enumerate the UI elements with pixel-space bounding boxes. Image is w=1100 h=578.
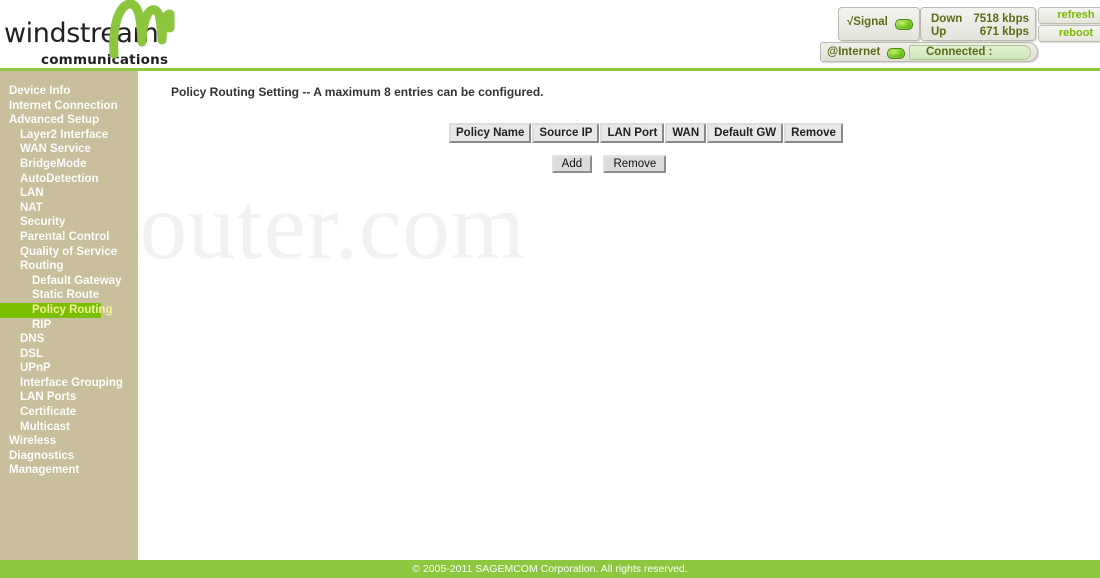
sidebar-item-routing[interactable]: Routing	[0, 259, 138, 274]
sidebar-item-diagnostics[interactable]: Diagnostics	[0, 449, 138, 464]
column-header-policy-name: Policy Name	[449, 123, 532, 143]
sidebar-nav: Device Info Internet Connection Advanced S…	[0, 71, 138, 560]
windstream-wave-logo-icon	[108, 0, 178, 63]
sidebar-item-internet-connection[interactable]: Internet Connection	[0, 99, 138, 114]
table-header-row: Policy Name Source IP LAN Port WAN Default G…	[449, 123, 843, 143]
internet-led-icon	[887, 48, 905, 59]
signal-label: √Signal	[847, 16, 888, 28]
sidebar-item-rip[interactable]: RIP	[0, 318, 138, 333]
sidebar-item-autodetection[interactable]: AutoDetection	[0, 172, 138, 187]
sidebar-item-security[interactable]: Security	[0, 215, 138, 230]
sidebar-item-interface-grouping[interactable]: Interface Grouping	[0, 376, 138, 391]
column-header-remove: Remove	[784, 123, 843, 143]
sidebar-item-nat[interactable]: NAT	[0, 201, 138, 216]
column-header-default-gw: Default GW	[707, 123, 784, 143]
sidebar-item-lan[interactable]: LAN	[0, 186, 138, 201]
sidebar-item-wireless[interactable]: Wireless	[0, 434, 138, 449]
signal-led-icon	[895, 19, 913, 30]
add-button[interactable]: Add	[551, 155, 593, 173]
sidebar-item-wan-service[interactable]: WAN Service	[0, 142, 138, 157]
copyright-text: © 2005-2011 SAGEMCOM Corporation. All ri…	[412, 563, 688, 575]
reboot-button[interactable]: reboot	[1038, 25, 1100, 42]
table-action-buttons: Add Remove	[448, 155, 770, 173]
connection-status-pill: Connected :	[909, 45, 1031, 60]
connection-status-text: Connected :	[926, 46, 993, 58]
sidebar-item-layer2-interface[interactable]: Layer2 Interface	[0, 128, 138, 143]
sidebar-item-advanced-setup[interactable]: Advanced Setup	[0, 113, 138, 128]
sidebar-item-device-info[interactable]: Device Info	[0, 84, 138, 99]
sidebar-item-policy-routing[interactable]: Policy Routing	[0, 302, 113, 318]
sidebar-item-quality-of-service[interactable]: Quality of Service	[0, 245, 138, 260]
page-title: Policy Routing Setting -- A maximum 8 en…	[171, 85, 544, 99]
column-header-source-ip: Source IP	[532, 123, 600, 143]
policy-routing-table: Policy Name Source IP LAN Port WAN Default G…	[448, 122, 844, 144]
sidebar-item-parental-control[interactable]: Parental Control	[0, 230, 138, 245]
page-header: windstream™ communications √Signal Down …	[0, 0, 1100, 68]
sidebar-item-certificate[interactable]: Certificate	[0, 405, 138, 420]
signal-status-box: √Signal	[838, 7, 920, 41]
rate-status-box: Down 7518 kbps Up 671 kbps	[920, 7, 1036, 41]
sidebar-item-management[interactable]: Management	[0, 463, 138, 478]
sidebar-item-dns[interactable]: DNS	[0, 332, 138, 347]
sidebar-item-static-route[interactable]: Static Route	[0, 288, 138, 303]
internet-label: @Internet	[827, 46, 881, 58]
sidebar-item-multicast[interactable]: Multicast	[0, 420, 138, 435]
upstream-value: 671 kbps	[979, 26, 1029, 38]
page-footer: © 2005-2011 SAGEMCOM Corporation. All ri…	[0, 560, 1100, 578]
sidebar-item-default-gateway[interactable]: Default Gateway	[0, 274, 138, 289]
sidebar-item-upnp[interactable]: UPnP	[0, 361, 138, 376]
sidebar-item-dsl[interactable]: DSL	[0, 347, 138, 362]
sidebar-item-lan-ports[interactable]: LAN Ports	[0, 390, 138, 405]
downstream-value: 7518 kbps	[973, 13, 1029, 25]
refresh-button[interactable]: refresh	[1038, 7, 1100, 24]
internet-status-bar: @Internet Connected :	[820, 42, 1038, 62]
sidebar-item-bridgemode[interactable]: BridgeMode	[0, 157, 138, 172]
brand-logo: windstream™ communications	[0, 0, 190, 68]
column-header-lan-port: LAN Port	[600, 123, 665, 143]
column-header-wan: WAN	[665, 123, 707, 143]
remove-button[interactable]: Remove	[603, 155, 667, 173]
watermark-text: upRouter.com	[138, 173, 526, 279]
main-content: upRouter.com Policy Routing Setting -- A…	[138, 71, 1100, 560]
status-panel: √Signal Down 7518 kbps Up 671 kbps refre…	[820, 5, 1100, 63]
